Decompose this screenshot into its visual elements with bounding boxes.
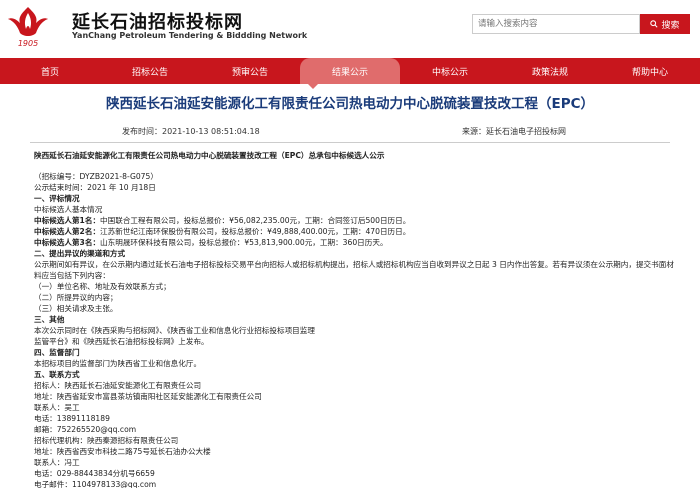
nav-home[interactable]: 首页 [0,58,100,84]
section-supervision: 四、监督部门 [34,348,80,357]
contact-agency-email[interactable]: 电子邮件：1104978133@qq.com [34,479,674,488]
nav-tender-notice[interactable]: 招标公告 [100,58,200,84]
title-divider [30,142,670,143]
candidate-1-detail: 中国联合工程有限公司，投标总报价：¥56,082,235.00元，工期：合同签订… [100,216,411,225]
other-text-1: 本次公示同时在《陕西采购与招标网》、《陕西省工业和信息化行业招标投标项目监理 [34,326,315,335]
publish-time: 发布时间：2021-10-13 08:51:04.18 [122,126,260,137]
logo-year: 1905 [18,39,38,48]
candidate-3: 中标候选人第3名：山东明晟环保科技有限公司，投标总报价：¥53,813,900.… [34,237,674,248]
candidate-3-label: 中标候选人第3名： [34,238,101,247]
candidate-1-label: 中标候选人第1名： [34,216,101,225]
contact-tenderer-address: 地址：陕西省延安市富县茶坊镇南阳社区延安能源化工有限责任公司 [34,392,262,401]
section-objection: 二、提出异议的渠道和方式 [34,249,126,258]
source-value: 延长石油电子招投标网 [486,127,566,136]
nav-prequalification[interactable]: 预审公告 [200,58,300,84]
publicity-end-time: 公示结束时间：2021 年 10 月18日 [34,183,156,192]
supervision-text: 本招标项目的监督部门为陕西省工业和信息化厅。 [34,359,202,368]
objection-item-3: （三）相关请求及主张。 [34,304,118,313]
search-input[interactable] [472,14,640,34]
nav-active-indicator [308,84,318,89]
candidate-2: 中标候选人第2名：江苏新世纪江南环保股份有限公司，投标总报价：¥49,888,4… [34,226,674,237]
nav-policy[interactable]: 政策法规 [500,58,600,84]
contact-agency-phone: 电话：029-88443834分机号6659 [34,469,155,478]
article-source: 来源：延长石油电子招投标网 [462,126,566,137]
candidate-2-detail: 江苏新世纪江南环保股份有限公司，投标总报价：¥49,888,400.00元，工期… [100,227,411,236]
section-other: 三、其他 [34,315,65,324]
search-button-label: 搜索 [661,20,680,31]
logo-title-en: YanChang Petroleum Tendering & Biddding … [72,31,308,40]
publish-label: 发布时间： [122,127,162,136]
source-label: 来源： [462,127,486,136]
tender-number: （招标编号：DYZB2021-8-G075） [34,172,158,181]
objection-text: 公示期间如有异议，在公示期内通过延长石油电子招标投标交易平台向招标人或招标机构提… [34,260,674,280]
section-contact: 五、联系方式 [34,370,80,379]
nav-result-publicity[interactable]: 结果公示 [300,58,400,84]
objection-item-1: （一）单位名称、地址及有效联系方式； [34,282,171,291]
logo-flame-icon[interactable]: 1905 [4,3,52,49]
candidate-2-label: 中标候选人第2名： [34,227,101,236]
main-nav: 首页 招标公告 预审公告 结果公示 中标公示 政策法规 帮助中心 [0,58,700,84]
contact-agency: 招标代理机构：陕西秦源招标有限责任公司 [34,436,179,445]
article-title: 陕西延长石油延安能源化工有限责任公司热电动力中心脱硫装置技改工程（EPC） [105,96,595,112]
candidate-intro: 中标候选人基本情况 [34,205,103,214]
contact-tenderer: 招标人：陕西延长石油延安能源化工有限责任公司 [34,381,202,390]
section-evaluation: 一、评标情况 [34,194,80,203]
publish-value: 2021-10-13 08:51:04.18 [162,127,260,136]
other-text-2: 监管平台》和《陕西延长石油招标投标网》上发布。 [34,337,209,346]
contact-tenderer-phone: 电话：13891118189 [34,414,110,423]
contact-agency-address: 地址：陕西省西安市科技二路75号延长石油办公大楼 [34,447,211,456]
site-header: 1905 延长石油招标投标网 YanChang Petroleum Tender… [0,0,700,54]
contact-tenderer-email[interactable]: 邮箱：752265520@qq.com [34,424,674,435]
candidate-1: 中标候选人第1名：中国联合工程有限公司，投标总报价：¥56,082,235.00… [34,215,674,226]
article-body: 陕西延长石油延安能源化工有限责任公司热电动力中心脱硫装置技改工程（EPC）总承包… [34,150,674,488]
nav-award-publicity[interactable]: 中标公示 [400,58,500,84]
contact-agency-person: 联系人：冯工 [34,458,80,467]
search-button[interactable]: 搜索 [640,14,690,34]
search-icon [650,20,659,28]
nav-help[interactable]: 帮助中心 [600,58,700,84]
contact-tenderer-person: 联系人：吴工 [34,403,80,412]
article-headline: 陕西延长石油延安能源化工有限责任公司热电动力中心脱硫装置技改工程（EPC）总承包… [34,151,385,160]
candidate-3-detail: 山东明晟环保科技有限公司，投标总报价：¥53,813,900.00元，工期：36… [100,238,388,247]
objection-item-2: （二）所提异议的内容； [34,293,118,302]
